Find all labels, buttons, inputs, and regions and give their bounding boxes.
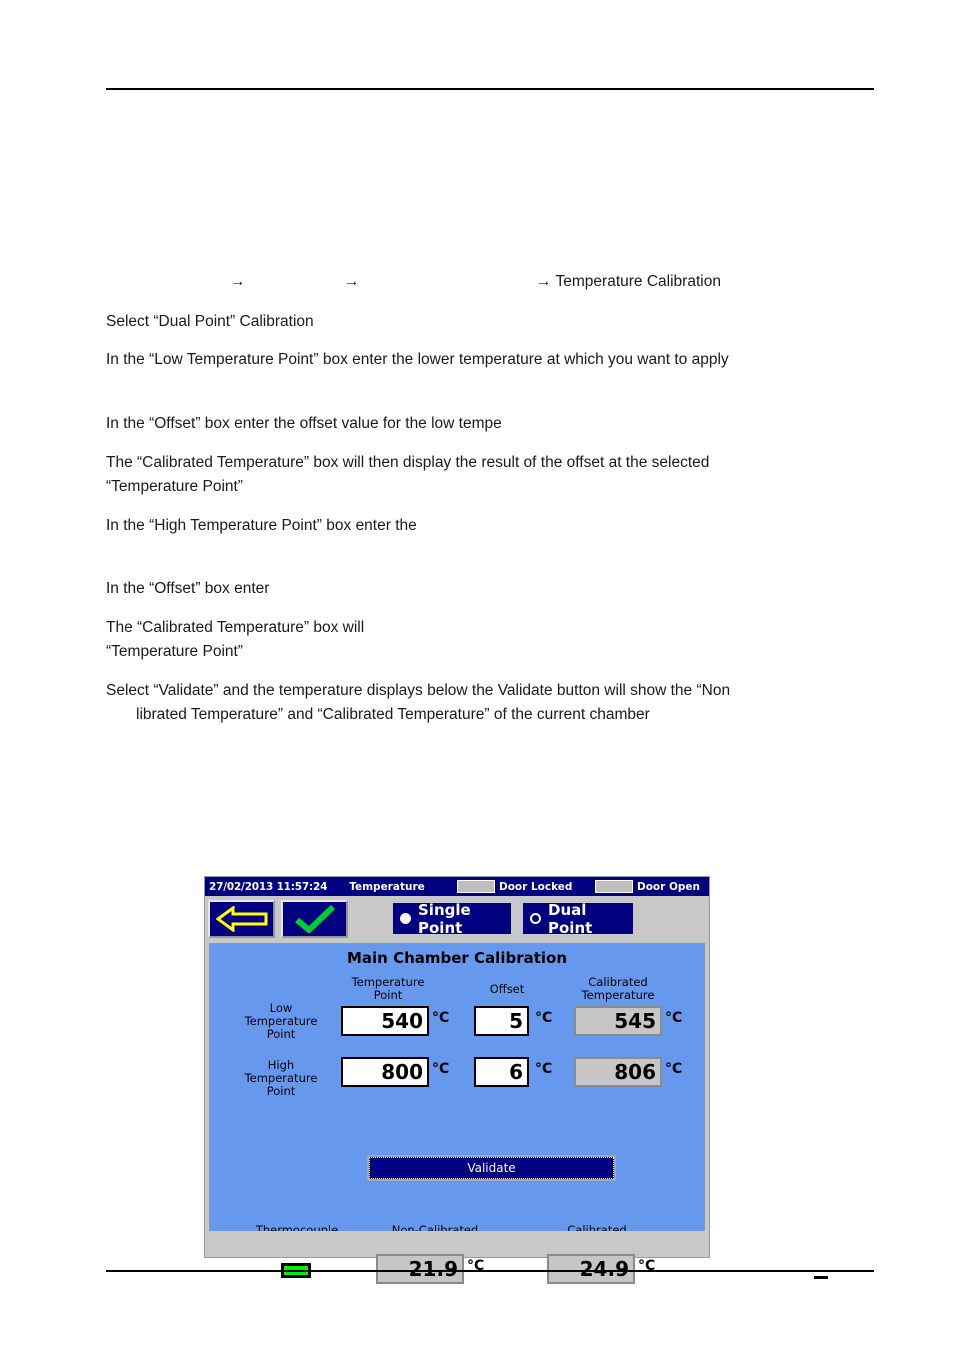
doc-paragraph: The “Calibrated Temperature” box will “T…	[106, 619, 365, 660]
titlebar-mode: Temperature	[349, 880, 425, 893]
low-temperature-point-unit: °C	[432, 1010, 450, 1026]
low-offset-unit: °C	[535, 1010, 553, 1026]
door-locked-status: Door Locked	[457, 880, 572, 893]
breadcrumb-temperature-calibration: → Temperature Calibration	[536, 273, 721, 290]
breadcrumb-arrow-1: →	[230, 273, 246, 290]
header-rule	[106, 88, 874, 90]
door-open-label: Door Open	[637, 880, 701, 893]
radio-empty-icon	[530, 913, 541, 924]
low-offset-input[interactable]: 5	[474, 1006, 529, 1036]
column-header-offset: Offset	[489, 982, 525, 996]
high-offset-unit: °C	[535, 1061, 553, 1077]
device-titlebar: 27/02/2013 11:57:24 Temperature Door Loc…	[205, 877, 709, 896]
device-footer-strip	[209, 1231, 705, 1253]
footer-rule	[106, 1270, 874, 1272]
doc-paragraph: librated Temperature” and “Calibrated Te…	[136, 706, 650, 723]
high-temperature-point-unit: °C	[432, 1061, 450, 1077]
titlebar-datetime: 27/02/2013 11:57:24	[209, 880, 328, 893]
non-calibrated-temperature-value: 21.9	[376, 1254, 464, 1284]
left-arrow-icon	[215, 906, 267, 932]
check-icon	[294, 905, 335, 933]
high-calibrated-temperature-unit: °C	[665, 1061, 683, 1077]
high-offset-input[interactable]: 6	[474, 1057, 529, 1087]
low-calibrated-temperature-unit: °C	[665, 1010, 683, 1026]
doc-paragraph: In the “Offset” box enter the offset val…	[106, 415, 502, 432]
calibration-panel: Main Chamber Calibration Temperature Poi…	[209, 943, 705, 1284]
high-calibrated-temperature-value: 806	[574, 1057, 662, 1087]
doc-paragraph: In the “Low Temperature Point” box enter…	[106, 351, 729, 368]
doc-paragraph: In the “Offset” box enter	[106, 580, 270, 597]
door-open-status: Door Open	[595, 880, 700, 893]
breadcrumb-arrow-2: →	[344, 273, 360, 290]
device-screenshot: 27/02/2013 11:57:24 Temperature Door Loc…	[204, 876, 710, 1284]
low-calibrated-temperature-value: 545	[574, 1006, 662, 1036]
doc-paragraph: The “Calibrated Temperature” box will th…	[106, 454, 710, 495]
door-locked-label: Door Locked	[499, 880, 573, 893]
calibrated-temperature-reading-value: 24.9	[547, 1254, 635, 1284]
validate-button-label: Validate	[467, 1161, 516, 1175]
doc-paragraph: Select “Dual Point” Calibration	[106, 313, 314, 330]
panel-title: Main Chamber Calibration	[346, 949, 568, 967]
mode-dual-point-label: Dual Point	[548, 900, 593, 937]
door-open-indicator-icon	[595, 880, 633, 893]
accept-button[interactable]	[281, 900, 348, 938]
mode-single-point-label: Single Point	[418, 900, 471, 937]
doc-paragraph: Select “Validate” and the temperature di…	[106, 682, 731, 699]
doc-paragraph: In the “High Temperature Point” box ente…	[106, 517, 417, 534]
validate-button[interactable]: Validate	[367, 1155, 616, 1181]
back-button[interactable]	[208, 900, 275, 938]
column-header-temperature-point: Temperature Point	[351, 975, 425, 1002]
row-label-low-temperature-point: Low Temperature Point	[244, 1001, 318, 1041]
page-number-mark	[814, 1276, 828, 1279]
column-header-calibrated-temperature: Calibrated Temperature	[581, 975, 655, 1002]
radio-filled-icon	[400, 913, 411, 924]
mode-single-point[interactable]: Single Point	[393, 900, 511, 937]
low-temperature-point-input[interactable]: 540	[341, 1006, 429, 1036]
mode-dual-point[interactable]: Dual Point	[523, 900, 633, 937]
door-locked-indicator-icon	[457, 880, 495, 893]
row-label-high-temperature-point: High Temperature Point	[244, 1058, 318, 1098]
high-temperature-point-input[interactable]: 800	[341, 1057, 429, 1087]
device-toolbar: Single Point Dual Point	[205, 896, 709, 943]
